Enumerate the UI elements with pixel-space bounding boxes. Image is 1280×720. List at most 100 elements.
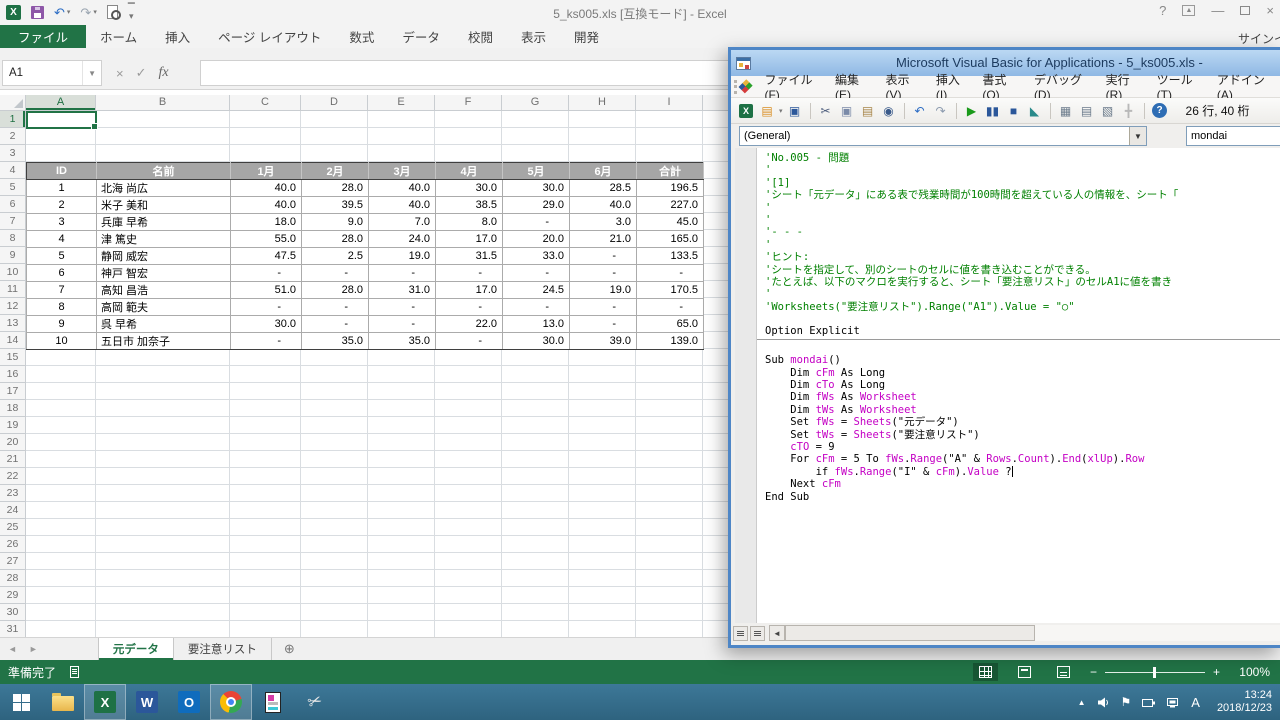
table-cell[interactable]: 35.0: [302, 333, 369, 350]
table-cell[interactable]: 28.0: [302, 231, 369, 248]
table-cell[interactable]: -: [503, 214, 570, 231]
table-cell[interactable]: 高知 昌浩: [97, 282, 231, 299]
code-line[interactable]: [765, 313, 1280, 325]
table-cell[interactable]: 神戸 智宏: [97, 265, 231, 282]
undo-button[interactable]: ↶▾: [54, 6, 70, 19]
copy-icon[interactable]: ▣: [838, 102, 856, 119]
normal-view-button[interactable]: [973, 663, 998, 681]
close-button[interactable]: ×: [1266, 3, 1274, 18]
table-cell[interactable]: 18.0: [231, 214, 302, 231]
row-header-27[interactable]: 27: [0, 553, 26, 570]
code-line[interactable]: ': [765, 288, 1280, 300]
code-line[interactable]: Dim cFm As Long: [765, 367, 1280, 379]
battery-icon[interactable]: [1142, 698, 1155, 707]
column-header-I[interactable]: I: [636, 95, 703, 111]
row-header-12[interactable]: 12: [0, 298, 26, 315]
print-preview-button[interactable]: [107, 5, 118, 19]
table-cell[interactable]: 47.5: [231, 248, 302, 265]
row-header-28[interactable]: 28: [0, 570, 26, 587]
column-header-B[interactable]: B: [96, 95, 230, 111]
code-line[interactable]: ': [765, 239, 1280, 251]
table-cell[interactable]: -: [369, 316, 436, 333]
column-header-F[interactable]: F: [435, 95, 502, 111]
row-header-7[interactable]: 7: [0, 213, 26, 230]
table-cell[interactable]: 133.5: [637, 248, 704, 265]
table-cell[interactable]: -: [570, 299, 637, 316]
table-cell[interactable]: 139.0: [637, 333, 704, 350]
taskbar-text-document[interactable]: [252, 684, 294, 720]
table-header-cell[interactable]: 4月: [436, 163, 503, 180]
table-cell[interactable]: -: [436, 333, 503, 350]
row-headers[interactable]: 1234567891011121314151617181920212223242…: [0, 111, 26, 637]
code-line[interactable]: if fWs.Range("I" & cFm).Value ?: [765, 466, 1280, 478]
ribbon-display-options-button[interactable]: ▲: [1182, 5, 1195, 16]
procedure-dropdown[interactable]: mondai: [1186, 126, 1280, 146]
row-header-4[interactable]: 4: [0, 162, 26, 179]
table-header-cell[interactable]: 1月: [231, 163, 302, 180]
table-cell[interactable]: -: [570, 248, 637, 265]
design-mode-icon[interactable]: ◣: [1026, 102, 1044, 119]
code-line[interactable]: 'たとえば、以下のマクロを実行すると、シート「要注意リスト」のセルA1に値を書き: [765, 276, 1280, 288]
table-cell[interactable]: -: [231, 333, 302, 350]
page-break-view-button[interactable]: [1051, 663, 1076, 681]
code-line[interactable]: Next cFm: [765, 478, 1280, 490]
cut-icon[interactable]: ✂: [817, 102, 835, 119]
table-cell[interactable]: 170.5: [637, 282, 704, 299]
table-cell[interactable]: 40.0: [369, 197, 436, 214]
taskbar-word[interactable]: W: [126, 684, 168, 720]
procedure-view-button[interactable]: [733, 626, 748, 641]
break-icon[interactable]: ▮▮: [984, 102, 1002, 119]
excel-view-icon[interactable]: X: [737, 102, 755, 119]
table-cell[interactable]: -: [231, 265, 302, 282]
column-header-H[interactable]: H: [569, 95, 636, 111]
help-icon[interactable]: ?: [1151, 102, 1169, 119]
redo-icon[interactable]: ↷: [932, 102, 950, 119]
table-cell[interactable]: 30.0: [503, 180, 570, 197]
table-cell[interactable]: 55.0: [231, 231, 302, 248]
zoom-slider[interactable]: [1105, 672, 1205, 673]
table-cell[interactable]: 29.0: [503, 197, 570, 214]
table-cell[interactable]: 22.0: [436, 316, 503, 333]
table-cell[interactable]: 40.0: [570, 197, 637, 214]
table-cell[interactable]: 2.5: [302, 248, 369, 265]
table-header-cell[interactable]: 3月: [369, 163, 436, 180]
table-cell[interactable]: 45.0: [637, 214, 704, 231]
restore-button[interactable]: [1240, 6, 1250, 15]
row-header-21[interactable]: 21: [0, 451, 26, 468]
paste-icon[interactable]: ▤: [859, 102, 877, 119]
table-cell[interactable]: 28.0: [302, 282, 369, 299]
row-header-9[interactable]: 9: [0, 247, 26, 264]
row-header-10[interactable]: 10: [0, 264, 26, 281]
code-line[interactable]: 'シートを指定して、別のシートのセルに値を書き込むことができる。: [765, 264, 1280, 276]
zoom-in-button[interactable]: +: [1213, 665, 1220, 679]
code-line[interactable]: '- - -: [765, 226, 1280, 238]
row-header-8[interactable]: 8: [0, 230, 26, 247]
table-cell[interactable]: -: [637, 265, 704, 282]
row-header-24[interactable]: 24: [0, 502, 26, 519]
table-cell[interactable]: -: [302, 316, 369, 333]
row-header-6[interactable]: 6: [0, 196, 26, 213]
code-line[interactable]: 'No.005 - 問題: [765, 152, 1280, 164]
table-cell[interactable]: 40.0: [231, 197, 302, 214]
reset-icon[interactable]: ■: [1005, 102, 1023, 119]
column-header-A[interactable]: A: [26, 95, 96, 111]
toolbox-icon[interactable]: ╋: [1120, 102, 1138, 119]
row-header-17[interactable]: 17: [0, 383, 26, 400]
column-header-E[interactable]: E: [368, 95, 435, 111]
chevron-down-icon[interactable]: ▾: [779, 107, 783, 115]
code-line[interactable]: 'Worksheets("要注意リスト").Range("A1").Value …: [765, 301, 1280, 313]
table-cell[interactable]: 30.0: [436, 180, 503, 197]
zoom-percentage[interactable]: 100%: [1234, 665, 1270, 679]
project-explorer-icon[interactable]: ▦: [1057, 102, 1075, 119]
volume-icon[interactable]: [1097, 697, 1110, 708]
table-cell[interactable]: -: [503, 265, 570, 282]
ribbon-tab-7[interactable]: 表示: [507, 25, 560, 48]
row-header-25[interactable]: 25: [0, 519, 26, 536]
code-line[interactable]: ': [765, 202, 1280, 214]
code-line[interactable]: '[1]: [765, 177, 1280, 189]
insert-userform-icon[interactable]: ▤: [758, 102, 776, 119]
row-header-22[interactable]: 22: [0, 468, 26, 485]
table-cell[interactable]: 51.0: [231, 282, 302, 299]
taskbar-file-explorer[interactable]: [42, 684, 84, 720]
table-cell[interactable]: 9.0: [302, 214, 369, 231]
